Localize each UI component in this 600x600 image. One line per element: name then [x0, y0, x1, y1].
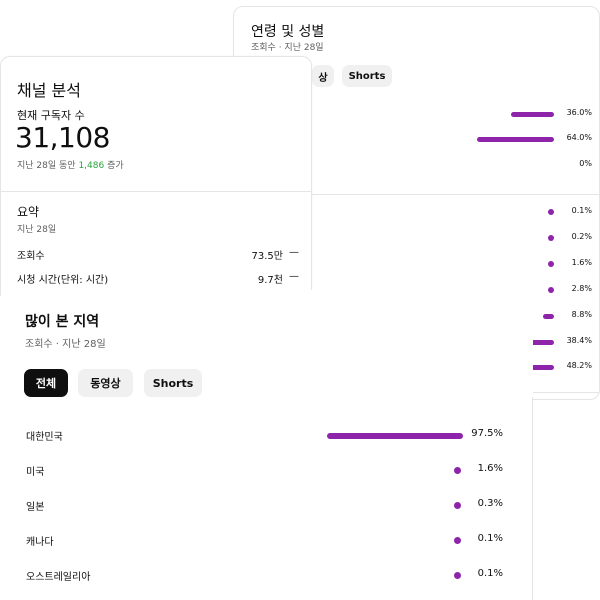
tab-shorts[interactable]: Shorts: [144, 369, 202, 397]
region-row: 오스트레일리아 0.1%: [0, 565, 533, 585]
channel-analytics-card: 채널 분석 현재 구독자 수 31,108 지난 28일 동안 1,486 증가…: [0, 56, 312, 296]
row-percent: 2.8%: [571, 284, 592, 293]
bar-dot: [548, 287, 554, 293]
region-percent: 1.6%: [477, 463, 503, 474]
age-gender-subtitle: 조회수 · 지난 28일: [251, 43, 324, 53]
delta-prefix: 지난 28일 동안: [17, 161, 79, 171]
subscriber-delta: 지난 28일 동안 1,486 증가: [17, 158, 124, 171]
metric-views: 조회수 73.5만 —: [17, 247, 299, 262]
row-percent: 0.1%: [571, 206, 592, 215]
metric-watch-time: 시청 시간(단위: 시간) 9.7천 —: [17, 271, 299, 286]
subscriber-count: 31,108: [15, 121, 110, 154]
bar: [510, 112, 554, 117]
row-percent: 36.0%: [566, 108, 592, 117]
region-bar-dot: [454, 572, 461, 579]
metric-label: 시청 시간(단위: 시간): [17, 275, 109, 286]
bar-dot: [548, 235, 554, 241]
region-percent: 97.5%: [471, 428, 503, 439]
region-bar-dot: [454, 502, 461, 509]
row-percent: 0%: [579, 159, 592, 168]
metric-value: 73.5만: [251, 251, 283, 262]
region-label: 캐나다: [26, 537, 54, 548]
row-percent: 48.2%: [566, 361, 592, 370]
row-percent: 0.2%: [571, 232, 592, 241]
region-percent: 0.3%: [477, 498, 503, 509]
region-row: 일본 0.3%: [0, 495, 533, 515]
region-bar-dot: [454, 467, 461, 474]
region-bar-dot: [454, 537, 461, 544]
metric-trend: —: [289, 247, 299, 258]
region-label: 일본: [26, 502, 45, 513]
channel-analytics-title: 채널 분석: [17, 81, 81, 100]
delta-suffix: 증가: [104, 161, 124, 171]
row-percent: 1.6%: [571, 258, 592, 267]
age-gender-title: 연령 및 성별: [251, 24, 325, 40]
region-label: 오스트레일리아: [26, 572, 91, 583]
region-row: 미국 1.6%: [0, 460, 533, 480]
region-label: 대한민국: [26, 432, 63, 443]
bar: [543, 314, 554, 319]
bar-dot: [548, 209, 554, 215]
top-regions-title: 많이 본 지역: [25, 314, 100, 330]
tab-videos-partial[interactable]: 상: [312, 65, 334, 87]
tab-videos[interactable]: 동영상: [78, 369, 133, 397]
divider: [1, 191, 311, 192]
tab-all[interactable]: 전체: [24, 369, 68, 397]
summary-title: 요약: [17, 205, 40, 219]
metric-trend: —: [289, 271, 299, 282]
row-percent: 64.0%: [566, 133, 592, 142]
region-percent: 0.1%: [477, 533, 503, 544]
region-row: 대한민국 97.5%: [0, 425, 533, 445]
top-regions-card: 많이 본 지역 조회수 · 지난 28일 전체 동영상 Shorts 대한민국 9…: [0, 290, 533, 600]
metric-value: 9.7천: [257, 275, 283, 286]
bar: [477, 137, 554, 142]
region-bar: [327, 433, 463, 439]
row-percent: 38.4%: [566, 336, 592, 345]
summary-period: 지난 28일: [17, 225, 57, 235]
region-row: 캐나다 0.1%: [0, 530, 533, 550]
top-regions-subtitle: 조회수 · 지난 28일: [25, 339, 106, 350]
region-percent: 0.1%: [477, 568, 503, 579]
row-percent: 8.8%: [571, 310, 592, 319]
delta-value: 1,486: [78, 161, 105, 171]
bar-dot: [548, 261, 554, 267]
metric-label: 조회수: [17, 251, 45, 262]
tab-shorts[interactable]: Shorts: [342, 65, 392, 87]
region-label: 미국: [26, 467, 45, 478]
